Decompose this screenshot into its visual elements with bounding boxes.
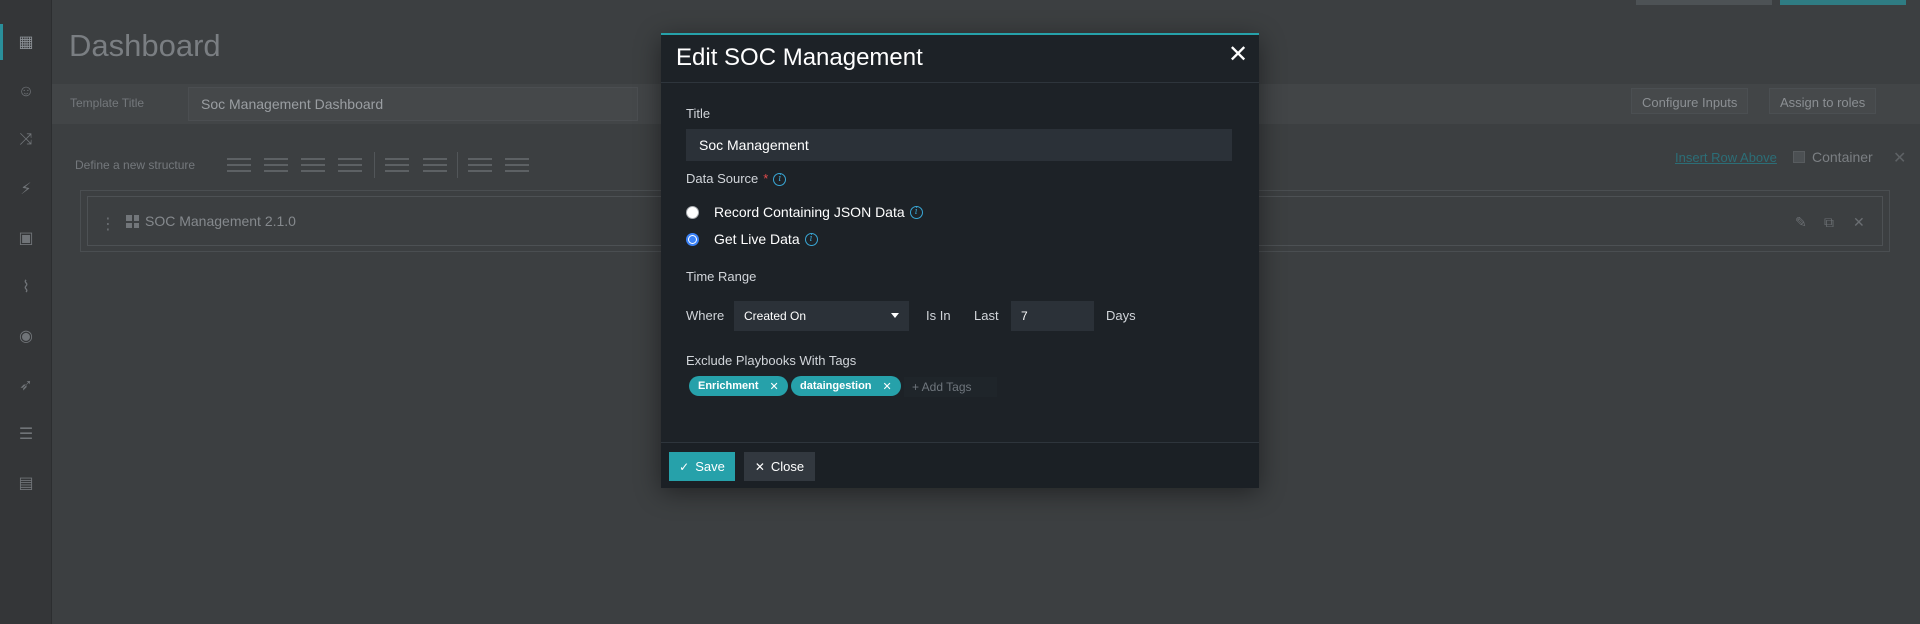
copy-icon[interactable]: ⧉ (1824, 214, 1834, 231)
kebab-icon[interactable]: ⋮ (100, 214, 116, 234)
assign-to-roles-button[interactable]: Assign to roles (1769, 88, 1877, 114)
layout-wide-right-icon[interactable] (423, 158, 447, 172)
close-label: Close (770, 459, 805, 474)
radio-label-live: Get Live Data (714, 231, 800, 247)
layout-1col-icon[interactable] (227, 158, 251, 172)
chart-icon[interactable]: ⌇ (14, 275, 38, 299)
layout-sidebar-icon[interactable] (505, 158, 529, 172)
tag-label: dataingestion (800, 380, 872, 392)
layout-3col-icon[interactable] (301, 158, 325, 172)
rocket-icon[interactable]: ➶ (14, 373, 38, 397)
required-asterisk: * (763, 171, 769, 186)
layout-wide-left-icon[interactable] (385, 158, 409, 172)
insert-row-above-link[interactable]: Insert Row Above (1675, 150, 1777, 165)
tag-chip: Enrichment ✕ (689, 376, 788, 396)
radio-option-json[interactable]: Record Containing JSON Data i (686, 203, 923, 221)
widget-grid-icon (126, 215, 139, 228)
layout-split-icon[interactable] (468, 158, 492, 172)
title-input[interactable] (686, 129, 1232, 161)
radio-label-json: Record Containing JSON Data (714, 204, 905, 220)
field-select-value: Created On (744, 309, 807, 323)
remove-tag-icon[interactable]: ✕ (883, 380, 892, 393)
close-icon[interactable]: ✕ (1225, 42, 1251, 68)
page-title: Dashboard (69, 28, 221, 63)
container-checkbox[interactable] (1793, 151, 1805, 163)
time-range-label: Time Range (686, 269, 757, 284)
define-structure-label: Define a new structure (75, 158, 196, 172)
data-source-label-text: Data Source (686, 171, 759, 186)
edit-icon[interactable]: ✎ (1795, 214, 1807, 231)
close-button[interactable]: ✕ Close (744, 452, 815, 481)
exclude-tags-label: Exclude Playbooks With Tags (686, 353, 857, 368)
document-icon[interactable]: ▤ (14, 471, 38, 495)
modal-header: Edit SOC Management ✕ (661, 35, 1259, 83)
radio-option-live[interactable]: Get Live Data i (686, 230, 818, 248)
modal-footer: ✓ Save ✕ Close (661, 442, 1259, 488)
shuffle-icon[interactable]: ⤨ (14, 128, 38, 152)
save-label: Save (695, 459, 725, 474)
divider (457, 152, 458, 178)
data-source-label: Data Source * i (686, 171, 787, 187)
tag-chip: dataingestion ✕ (791, 376, 901, 396)
add-tags-input[interactable]: + Add Tags (904, 377, 997, 397)
edit-widget-modal: Edit SOC Management ✕ Title Data Source *… (661, 33, 1259, 488)
caret-down-icon (891, 313, 899, 318)
template-title-label: Template Title (70, 96, 145, 110)
radio-json[interactable] (686, 205, 699, 219)
remove-tag-icon[interactable]: ✕ (770, 380, 779, 393)
dashboard-icon[interactable]: ▦ (14, 30, 38, 54)
info-icon[interactable]: i (804, 232, 818, 246)
layout-2col-icon[interactable] (264, 158, 288, 172)
bolt-icon[interactable]: ⚡ (14, 177, 38, 201)
tag-label: Enrichment (698, 380, 759, 392)
remove-widget-icon[interactable]: ✕ (1853, 214, 1865, 231)
widget-title: SOC Management 2.1.0 (145, 213, 296, 229)
last-label: Last (974, 308, 999, 323)
title-label: Title (686, 106, 711, 121)
configure-inputs-button[interactable]: Configure Inputs (1631, 88, 1749, 114)
save-button[interactable]: ✓ Save (669, 452, 735, 481)
sidebar-active-indicator (0, 24, 3, 60)
remove-row-icon[interactable]: ✕ (1893, 148, 1906, 168)
unit-label: Days (1106, 308, 1136, 323)
briefcase-icon[interactable]: ▣ (14, 226, 38, 250)
template-title-input[interactable]: Soc Management Dashboard (188, 87, 638, 121)
divider (374, 152, 375, 178)
info-icon[interactable]: i (909, 205, 923, 219)
where-label: Where (686, 308, 725, 323)
last-value-input[interactable]: 7 (1011, 301, 1094, 331)
close-small-icon: ✕ (754, 459, 765, 474)
layout-4col-icon[interactable] (338, 158, 362, 172)
modal-title: Edit SOC Management (676, 44, 923, 71)
top-button-right[interactable] (1780, 0, 1906, 5)
app-sidebar: ▦ ☺ ⤨ ⚡ ▣ ⌇ ◉ ➶ ☰ ▤ (0, 0, 52, 624)
radio-live[interactable] (686, 232, 699, 246)
top-button-left[interactable] (1636, 0, 1772, 5)
info-icon[interactable]: i (773, 173, 787, 187)
is-in-label: Is In (926, 308, 951, 323)
users-icon[interactable]: ☺ (14, 80, 38, 104)
field-select[interactable]: Created On (734, 301, 909, 331)
list-icon[interactable]: ☰ (14, 422, 38, 446)
user-circle-icon[interactable]: ◉ (14, 324, 38, 348)
check-icon: ✓ (679, 459, 690, 474)
container-label: Container (1812, 149, 1873, 165)
